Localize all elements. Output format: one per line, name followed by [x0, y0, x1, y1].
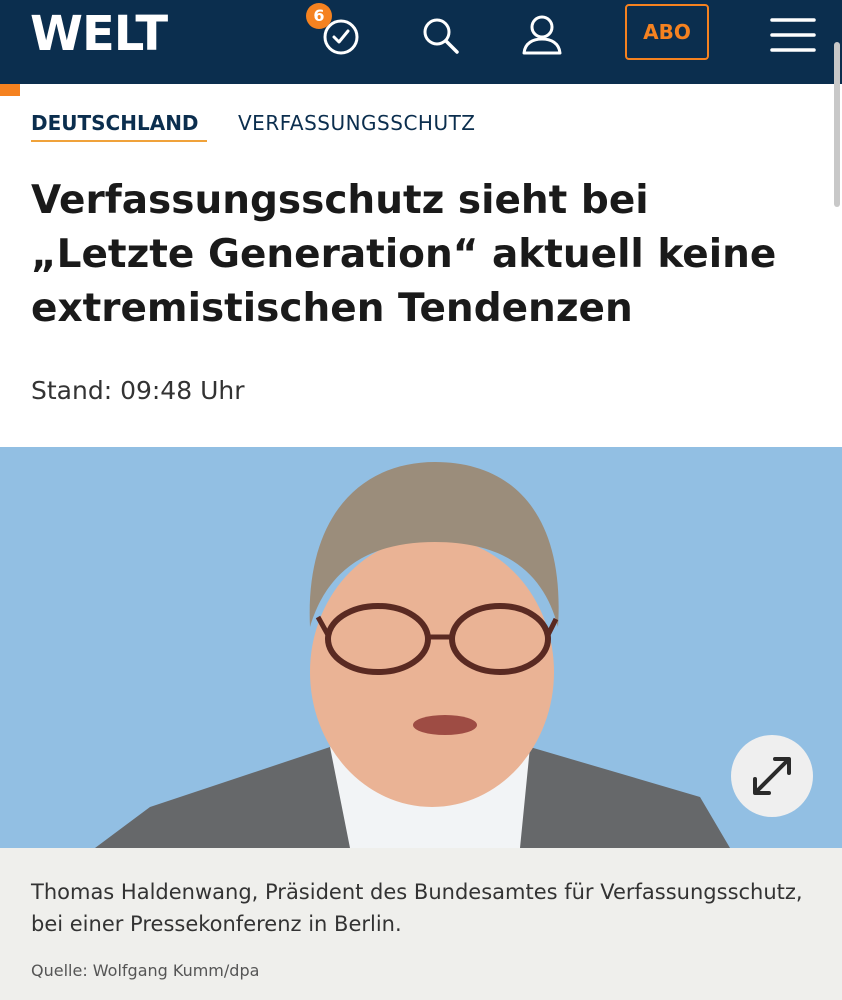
image-source: Quelle: Wolfgang Kumm/dpa [31, 961, 260, 980]
article-headline: Verfassungsschutz sieht bei „Letzte Gene… [31, 178, 777, 331]
article-photo[interactable] [0, 447, 842, 848]
welt-logo[interactable]: WELT [30, 6, 168, 62]
article-timestamp: Stand: 09:48 Uhr [31, 376, 245, 405]
breadcrumb-underline [31, 140, 207, 142]
expand-arrows-icon [753, 757, 791, 795]
user-icon[interactable] [517, 10, 567, 60]
expand-image-button[interactable] [731, 735, 813, 817]
abo-button[interactable]: ABO [625, 4, 709, 60]
top-navigation-bar: WELT 6 ABO [0, 0, 842, 84]
scrollbar[interactable] [834, 42, 840, 207]
breadcrumb-topic[interactable]: VERFASSUNGSSCHUTZ [238, 110, 476, 136]
menu-icon[interactable] [768, 10, 818, 60]
search-icon[interactable] [416, 10, 466, 60]
header-accent [0, 84, 20, 96]
notification-badge: 6 [306, 3, 332, 29]
breadcrumb-section[interactable]: DEUTSCHLAND [31, 110, 199, 136]
image-caption: Thomas Haldenwang, Präsident des Bundesa… [31, 880, 803, 936]
